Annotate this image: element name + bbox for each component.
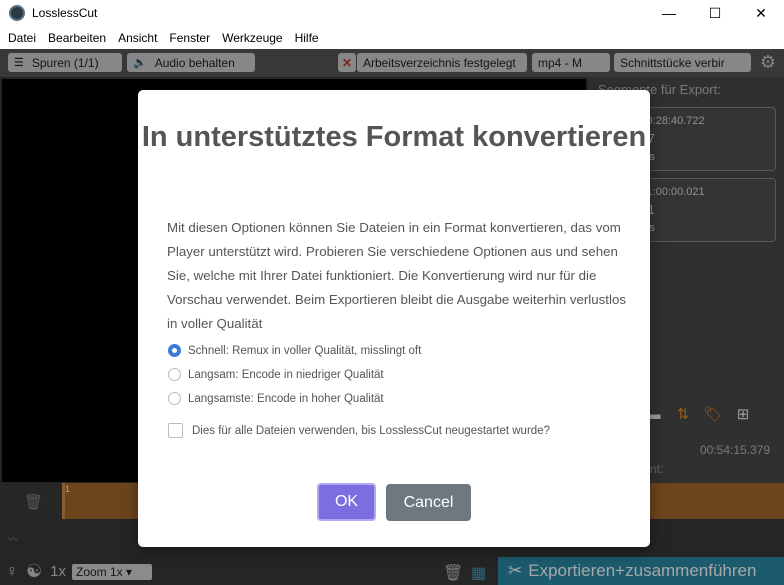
- window-title: LosslessCut: [32, 6, 98, 20]
- option-label: Langsamste: Encode in hoher Qualität: [188, 392, 384, 405]
- remember-option[interactable]: Dies für alle Dateien verwenden, bis Los…: [168, 423, 550, 438]
- dialog-title: In unterstütztes Format konvertieren: [141, 121, 647, 153]
- option-slow[interactable]: Langsam: Encode in niedriger Qualität: [168, 368, 384, 381]
- cancel-button[interactable]: Cancel: [386, 484, 471, 521]
- menu-file[interactable]: Datei: [4, 31, 40, 45]
- menu-edit[interactable]: Bearbeiten: [44, 31, 110, 45]
- menu-window[interactable]: Fenster: [165, 31, 214, 45]
- radio-button[interactable]: [168, 368, 181, 381]
- dialog-description: Mit diesen Optionen können Sie Dateien i…: [167, 220, 626, 331]
- app-logo-icon: [9, 5, 25, 21]
- option-fast[interactable]: Schnell: Remux in voller Qualität, missl…: [168, 344, 421, 357]
- radio-button[interactable]: [168, 392, 181, 405]
- ok-button[interactable]: OK: [317, 483, 376, 521]
- menu-view[interactable]: Ansicht: [114, 31, 161, 45]
- maximize-button[interactable]: ☐: [692, 0, 738, 26]
- remember-label: Dies für alle Dateien verwenden, bis Los…: [192, 424, 550, 437]
- menu-tools[interactable]: Werkzeuge: [218, 31, 286, 45]
- option-label: Langsam: Encode in niedriger Qualität: [188, 368, 384, 381]
- option-slowest[interactable]: Langsamste: Encode in hoher Qualität: [168, 392, 384, 405]
- close-button[interactable]: ✕: [738, 0, 784, 26]
- remember-checkbox[interactable]: [168, 423, 183, 438]
- radio-button[interactable]: [168, 344, 181, 357]
- convert-format-dialog: In unterstütztes Format konvertieren Mit…: [138, 90, 650, 547]
- menu-help[interactable]: Hilfe: [291, 31, 323, 45]
- minimize-button[interactable]: —: [646, 0, 692, 26]
- option-label: Schnell: Remux in voller Qualität, missl…: [188, 344, 422, 357]
- window-controls: — ☐ ✕: [646, 0, 784, 26]
- title-bar: LosslessCut — ☐ ✕: [0, 0, 784, 26]
- menu-bar: Datei Bearbeiten Ansicht Fenster Werkzeu…: [0, 28, 784, 48]
